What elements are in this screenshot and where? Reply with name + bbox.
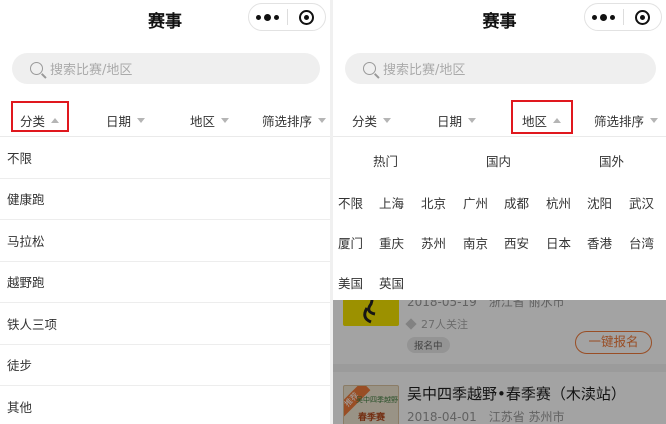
filter-category[interactable]: 分类 xyxy=(352,111,392,130)
region-option[interactable]: 厦门 xyxy=(338,233,363,252)
region-option[interactable]: 日本 xyxy=(546,233,571,252)
category-option[interactable]: 健康跑 xyxy=(0,179,330,220)
caret-down-icon xyxy=(137,118,146,123)
category-option[interactable]: 不限 xyxy=(0,137,330,179)
filter-region-label: 地区 xyxy=(190,114,216,129)
search-icon xyxy=(363,62,376,75)
caret-down-icon xyxy=(468,118,477,123)
right-screen: 赛事 搜索比赛/地区 分类 日期 地区 筛选排序 2018-05-19 浙江省 … xyxy=(333,0,666,424)
filter-sort[interactable]: 筛选排序 xyxy=(594,111,659,130)
more-dots-icon[interactable] xyxy=(249,13,287,21)
region-option[interactable]: 重庆 xyxy=(379,233,404,252)
mini-program-capsule xyxy=(248,3,326,31)
caret-down-icon xyxy=(650,118,659,123)
search-icon xyxy=(30,62,43,75)
category-option[interactable]: 铁人三项 xyxy=(0,303,330,345)
highlight-box-region xyxy=(511,100,573,134)
region-tab[interactable]: 国内 xyxy=(486,151,511,170)
close-circle-icon[interactable] xyxy=(287,9,325,25)
region-tab[interactable]: 热门 xyxy=(373,151,398,170)
region-option[interactable]: 不限 xyxy=(338,193,363,212)
filter-date[interactable]: 日期 xyxy=(106,111,146,130)
filter-date-label: 日期 xyxy=(106,114,132,129)
search-input[interactable]: 搜索比赛/地区 xyxy=(345,53,656,84)
highlight-box-category xyxy=(11,101,69,132)
region-dropdown: 热门 国内 国外 不限 上海 北京 广州 成都 杭州 沈阳 武汉 厦门 重庆 苏… xyxy=(333,137,666,300)
region-option[interactable]: 南京 xyxy=(463,233,488,252)
filter-sort-label: 筛选排序 xyxy=(262,114,313,129)
filter-sort[interactable]: 筛选排序 xyxy=(262,111,327,130)
region-option[interactable]: 北京 xyxy=(421,193,446,212)
filter-region[interactable]: 地区 xyxy=(190,111,230,130)
caret-down-icon xyxy=(221,118,230,123)
category-option[interactable]: 其他 xyxy=(0,386,330,424)
caret-down-icon xyxy=(383,118,392,123)
filter-bar: 分类 日期 地区 筛选排序 xyxy=(333,100,666,137)
region-row: 不限 上海 北京 广州 成都 杭州 沈阳 武汉 xyxy=(333,193,666,212)
left-screen: 赛事 搜索比赛/地区 分类 日期 地区 筛选排序 不限 健康跑 马拉松 越野跑 … xyxy=(0,0,330,424)
region-option[interactable]: 英国 xyxy=(379,273,404,292)
region-option[interactable]: 沈阳 xyxy=(587,193,612,212)
nav-bar: 赛事 xyxy=(0,0,330,38)
region-option[interactable]: 西安 xyxy=(504,233,529,252)
region-option[interactable]: 成都 xyxy=(504,193,529,212)
caret-down-icon xyxy=(318,118,327,123)
search-placeholder: 搜索比赛/地区 xyxy=(50,63,133,78)
filter-date[interactable]: 日期 xyxy=(437,111,477,130)
region-option[interactable]: 杭州 xyxy=(546,193,571,212)
region-row: 美国 英国 xyxy=(333,273,666,292)
category-option[interactable]: 越野跑 xyxy=(0,262,330,303)
category-list: 不限 健康跑 马拉松 越野跑 铁人三项 徒步 其他 xyxy=(0,137,330,424)
region-option[interactable]: 苏州 xyxy=(421,233,446,252)
region-tabs: 热门 国内 国外 xyxy=(333,151,666,170)
filter-date-label: 日期 xyxy=(437,114,463,129)
region-option[interactable]: 广州 xyxy=(463,193,488,212)
region-option[interactable]: 台湾 xyxy=(629,233,654,252)
search-placeholder: 搜索比赛/地区 xyxy=(383,63,466,78)
region-option[interactable]: 武汉 xyxy=(629,193,654,212)
region-row: 厦门 重庆 苏州 南京 西安 日本 香港 台湾 xyxy=(333,233,666,252)
dim-overlay[interactable] xyxy=(333,300,666,424)
category-option[interactable]: 徒步 xyxy=(0,345,330,386)
filter-category-label: 分类 xyxy=(352,114,378,129)
filter-sort-label: 筛选排序 xyxy=(594,114,645,129)
region-option[interactable]: 上海 xyxy=(379,193,404,212)
mini-program-capsule xyxy=(584,3,662,31)
region-tab[interactable]: 国外 xyxy=(599,151,624,170)
close-circle-icon[interactable] xyxy=(623,9,661,25)
search-input[interactable]: 搜索比赛/地区 xyxy=(12,53,320,84)
category-option[interactable]: 马拉松 xyxy=(0,220,330,262)
more-dots-icon[interactable] xyxy=(585,13,623,21)
region-option[interactable]: 香港 xyxy=(587,233,612,252)
nav-bar: 赛事 xyxy=(333,0,666,38)
region-option[interactable]: 美国 xyxy=(338,273,363,292)
